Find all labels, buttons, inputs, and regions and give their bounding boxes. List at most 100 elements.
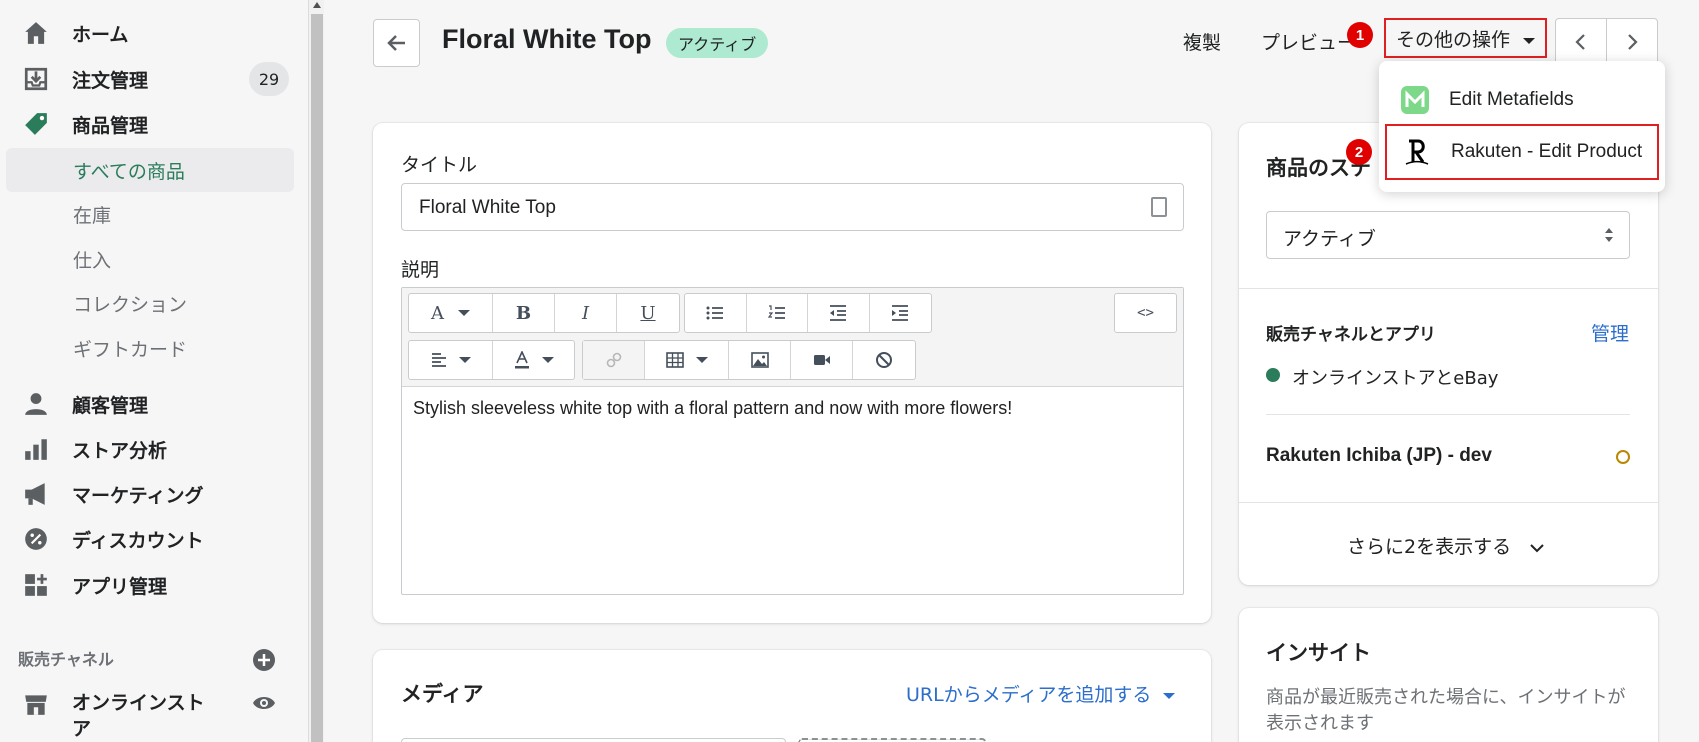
- status-select[interactable]: アクティブ: [1266, 211, 1630, 259]
- media-thumbnail[interactable]: [401, 738, 786, 742]
- nav-analytics[interactable]: ストア分析: [0, 427, 300, 471]
- sales-channels-heading: 販売チャネル: [18, 650, 114, 669]
- caret-down-icon: [695, 357, 708, 363]
- channel-pending-dot: [1616, 450, 1630, 464]
- numbered-list-button[interactable]: [747, 294, 808, 332]
- clear-formatting-button[interactable]: [853, 341, 915, 379]
- manage-channels-link[interactable]: 管理: [1591, 319, 1629, 346]
- add-channel-icon[interactable]: [252, 648, 276, 676]
- add-media-from-url-link[interactable]: URLからメディアを追加する: [906, 680, 1176, 707]
- html-toolbar-group: <>: [1114, 293, 1177, 333]
- scrollbar-thumb[interactable]: [311, 14, 323, 742]
- italic-button[interactable]: I: [555, 294, 617, 332]
- sidebar-item-inventory[interactable]: 在庫: [6, 192, 294, 236]
- insights-text: 商品が最近販売された場合に、インサイトが表示されます: [1266, 687, 1626, 734]
- scroll-up-arrow-icon[interactable]: [313, 2, 321, 8]
- align-color-toolbar-group: [408, 340, 575, 380]
- caret-down-icon: [1163, 692, 1176, 699]
- nav-orders[interactable]: 注文管理 29: [0, 57, 300, 101]
- table-button[interactable]: [645, 341, 729, 379]
- nav-apps-label: アプリ管理: [72, 575, 168, 598]
- chevron-down-icon: [1530, 543, 1544, 552]
- apps-icon: [22, 571, 50, 599]
- sidebar-item-collections[interactable]: コレクション: [6, 281, 294, 325]
- nav-home[interactable]: ホーム: [0, 11, 300, 55]
- add-media-from-url-label: URLからメディアを追加する: [906, 684, 1152, 706]
- outdent-button[interactable]: [808, 294, 870, 332]
- media-dropzone[interactable]: [798, 738, 986, 742]
- menu-item-label: Rakuten - Edit Product: [1451, 141, 1643, 162]
- arrow-left-icon: [386, 35, 405, 51]
- metafields-app-icon: [1401, 86, 1429, 114]
- duplicate-button[interactable]: 複製: [1183, 28, 1221, 55]
- insert-toolbar-group: [582, 340, 916, 380]
- title-field-label: タイトル: [401, 154, 478, 176]
- sidebar-item-all-products[interactable]: すべての商品: [6, 148, 294, 192]
- sidebar-scrollbar[interactable]: [308, 0, 324, 742]
- bullet-list-icon: [706, 306, 724, 320]
- sidebar-item-gift-cards[interactable]: ギフトカード: [6, 326, 294, 370]
- insert-image-button[interactable]: [729, 341, 791, 379]
- nav-discounts[interactable]: ディスカウント: [0, 517, 300, 561]
- insert-video-button[interactable]: [791, 341, 853, 379]
- select-arrows-icon: [1605, 228, 1613, 242]
- megaphone-icon: [22, 480, 50, 508]
- description-text: Stylish sleeveless white top with a flor…: [413, 398, 1013, 418]
- step-marker-1: 1: [1347, 22, 1373, 48]
- product-status-card: [1239, 123, 1658, 585]
- underline-button[interactable]: U: [617, 294, 679, 332]
- nav-products-label: 商品管理: [72, 114, 149, 137]
- nav-apps[interactable]: アプリ管理: [0, 563, 300, 607]
- nav-online-store-label: オンラインスト ア: [72, 692, 205, 740]
- sidebar-item-label: コレクション: [73, 293, 188, 316]
- previous-product-button[interactable]: [1555, 18, 1607, 66]
- media-title: メディア: [401, 682, 484, 706]
- analytics-icon: [22, 435, 50, 463]
- align-button[interactable]: [409, 341, 493, 379]
- sidebar-item-purchasing[interactable]: 仕入: [6, 237, 294, 281]
- align-left-icon: [431, 353, 446, 367]
- indent-icon: [892, 305, 909, 321]
- show-html-button[interactable]: <>: [1115, 294, 1176, 332]
- nav-analytics-label: ストア分析: [72, 439, 168, 462]
- orders-count-badge: 29: [249, 62, 289, 96]
- bold-button[interactable]: B: [493, 294, 555, 332]
- next-product-button[interactable]: [1606, 18, 1658, 66]
- nav-products[interactable]: 商品管理: [0, 102, 300, 146]
- rakuten-icon: [1405, 139, 1429, 165]
- preview-button[interactable]: プレビュー: [1261, 28, 1356, 55]
- sidebar-item-label: すべての商品: [73, 160, 185, 183]
- sidebar-item-label: 仕入: [73, 249, 112, 272]
- contact-card-icon[interactable]: [1151, 197, 1167, 217]
- title-input[interactable]: Floral White Top: [401, 183, 1184, 231]
- nav-customers[interactable]: 顧客管理: [0, 382, 300, 426]
- orders-icon: [22, 65, 50, 93]
- more-actions-button[interactable]: その他の操作: [1384, 18, 1547, 58]
- status-select-value: アクティブ: [1283, 228, 1376, 250]
- home-icon: [22, 19, 50, 47]
- channel-rakuten: Rakuten Ichiba (JP) - dev: [1266, 445, 1492, 466]
- description-editor[interactable]: A B I U <> Stylish sleeveless white top …: [401, 287, 1184, 595]
- channel-online-store-ebay: オンラインストアとeBay: [1292, 368, 1499, 389]
- chevron-left-icon: [1575, 34, 1585, 50]
- back-button[interactable]: [373, 19, 420, 67]
- menu-item-label: Edit Metafields: [1449, 89, 1574, 110]
- link-button[interactable]: [583, 341, 645, 379]
- video-icon: [813, 355, 830, 365]
- numbered-list-icon: [767, 305, 785, 319]
- nav-marketing[interactable]: マーケティング: [0, 472, 300, 516]
- channel-active-dot: [1266, 368, 1280, 382]
- eye-icon[interactable]: [252, 694, 276, 716]
- nav-customers-label: 顧客管理: [72, 394, 149, 417]
- status-badge: アクティブ: [666, 28, 769, 58]
- image-icon: [750, 352, 769, 368]
- edit-metafields-menu-item[interactable]: Edit Metafields: [1379, 72, 1665, 128]
- bullet-list-button[interactable]: [685, 294, 747, 332]
- show-more-channels-button[interactable]: さらに2を表示する: [1347, 532, 1545, 559]
- indent-button[interactable]: [870, 294, 932, 332]
- font-style-button[interactable]: A: [409, 294, 493, 332]
- table-icon: [665, 352, 684, 368]
- clear-formatting-icon: [876, 352, 892, 368]
- rakuten-edit-product-menu-item[interactable]: Rakuten - Edit Product: [1385, 124, 1659, 180]
- text-color-button[interactable]: [493, 341, 574, 379]
